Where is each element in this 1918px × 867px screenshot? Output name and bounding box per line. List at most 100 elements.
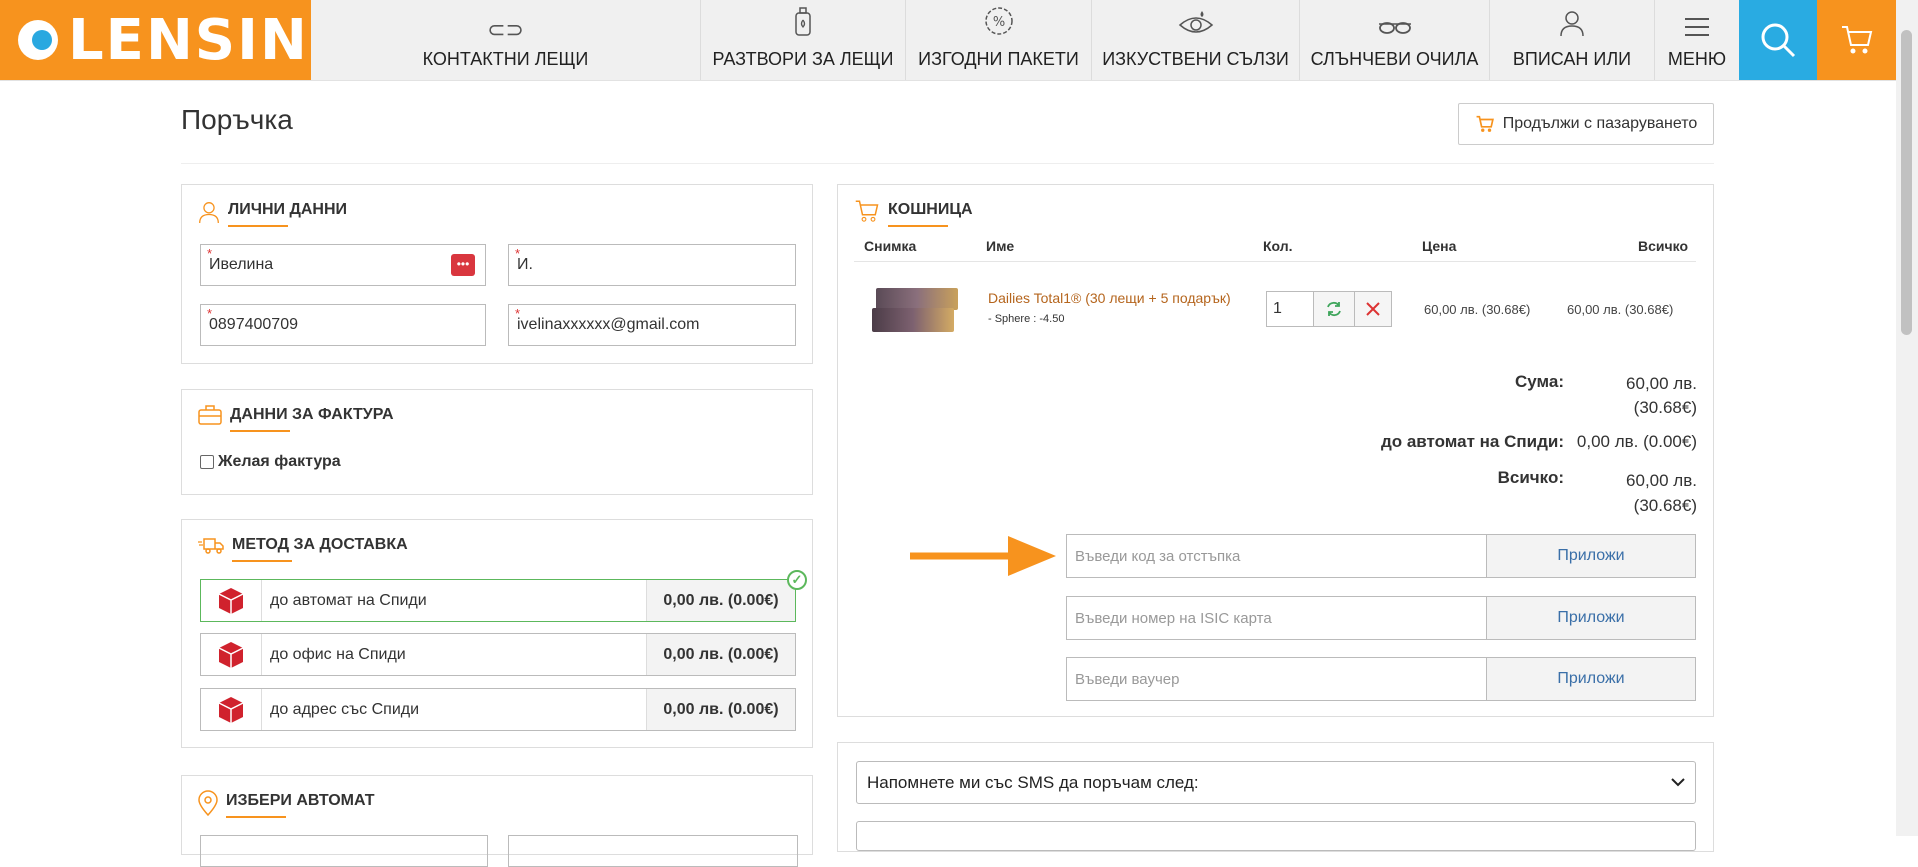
nav-label: КОНТАКТНИ ЛЕЩИ — [422, 49, 589, 69]
cart-icon — [855, 200, 879, 222]
summary-subtotal-value: 60,00 лв. (30.68€) — [1626, 374, 1697, 417]
nav-label: ИЗГОДНИ ПАКЕТИ — [918, 49, 1079, 69]
col-header-total: Всичко — [1638, 238, 1689, 254]
phone-field[interactable]: * 0897400709 — [200, 304, 486, 346]
delivery-truck-icon — [198, 538, 224, 554]
first-name-field[interactable]: * Ивелина ••• — [200, 244, 486, 286]
nav-menu[interactable]: МЕНЮ — [1655, 0, 1739, 80]
nav-contact-lenses[interactable]: ⊂⊃ КОНТАКТНИ ЛЕЩИ — [311, 0, 701, 80]
invoice-panel: ДАННИ ЗА ФАКТУРА Желая фактура — [181, 389, 813, 495]
cart-button[interactable] — [1817, 0, 1896, 80]
nav-account[interactable]: ВПИСАН ИЛИ — [1490, 0, 1655, 80]
speedy-box-icon — [218, 696, 244, 723]
delivery-option-locker[interactable]: до автомат на Спиди 0,00 лв. (0.00€) ✓ — [200, 570, 807, 622]
hamburger-icon — [1684, 17, 1710, 43]
col-header-image: Снимка — [864, 238, 917, 254]
locker-panel: ИЗБЕРИ АВТОМАТ — [181, 775, 813, 867]
chevron-down-icon — [1671, 778, 1685, 787]
email-field[interactable]: * ivelinaxxxxxx@gmail.com — [508, 304, 796, 346]
table-header-divider — [854, 261, 1696, 262]
locker-city-select[interactable] — [200, 835, 488, 867]
invoice-checkbox-row[interactable]: Желая фактура — [200, 453, 341, 471]
panel-title: МЕТОД ЗА ДОСТАВКА — [232, 536, 408, 562]
location-pin-icon — [198, 790, 218, 816]
nav-bundles[interactable]: % ИЗГОДНИ ПАКЕТИ — [906, 0, 1092, 80]
speedy-box-icon — [218, 587, 244, 614]
password-manager-icon[interactable]: ••• — [451, 254, 475, 276]
lens-icon: ⊂⊃ — [487, 17, 524, 42]
invoice-checkbox[interactable] — [200, 455, 214, 469]
col-header-qty: Кол. — [1263, 238, 1293, 254]
nav-label: СЛЪНЧЕВИ ОЧИЛА — [1310, 49, 1479, 69]
cart-icon — [1476, 115, 1494, 132]
product-image[interactable] — [872, 288, 960, 334]
sms-reminder-label: Напомнете ми със SMS да поръчам след: — [867, 772, 1199, 792]
nav-label: МЕНЮ — [1667, 49, 1727, 69]
briefcase-icon — [198, 405, 222, 425]
sunglasses-icon — [1377, 17, 1413, 43]
close-icon — [1366, 302, 1380, 316]
user-icon — [199, 202, 219, 224]
first-name-value: Ивелина — [209, 256, 274, 273]
nav-label: ВПИСАН ИЛИ — [1512, 49, 1632, 69]
continue-shopping-button[interactable]: Продължи с пазаруването — [1458, 103, 1714, 145]
delivery-option-label: до автомат на Спиди — [270, 591, 427, 609]
phone-value: 0897400709 — [209, 316, 298, 333]
apply-discount-button[interactable]: Приложи — [1486, 534, 1696, 578]
nav-artificial-tears[interactable]: ИЗКУСТВЕНИ СЪЛЗИ — [1092, 0, 1300, 80]
nav-lens-solutions[interactable]: РАЗТВОРИ ЗА ЛЕЩИ — [701, 0, 906, 80]
panel-title: ЛИЧНИ ДАННИ — [228, 201, 347, 227]
continue-shopping-label: Продължи с пазаруването — [1502, 115, 1698, 132]
apply-voucher-button[interactable]: Приложи — [1486, 657, 1696, 701]
product-name-link[interactable]: Dailies Total1® (30 лещи + 5 подарък) — [988, 290, 1231, 306]
delivery-option-address[interactable]: до адрес със Спиди 0,00 лв. (0.00€) — [200, 688, 796, 731]
quantity-input[interactable]: 1 — [1266, 291, 1314, 327]
sms-reminder-select[interactable]: Напомнете ми със SMS да поръчам след: — [856, 761, 1696, 804]
divider — [181, 163, 1714, 164]
panel-title: КОШНИЦА — [888, 201, 973, 227]
summary-subtotal-label: Сума: — [1515, 372, 1564, 391]
panel-title: ДАННИ ЗА ФАКТУРА — [230, 406, 394, 432]
summary-shipping-value: 0,00 лв. (0.00€) — [1576, 432, 1697, 451]
nav-sunglasses[interactable]: СЛЪНЧЕВИ ОЧИЛА — [1300, 0, 1490, 80]
delivery-option-price: 0,00 лв. (0.00€) — [646, 580, 795, 621]
delivery-option-price: 0,00 лв. (0.00€) — [646, 634, 795, 675]
last-name-field[interactable]: * И. — [508, 244, 796, 286]
summary-shipping-label: до автомат на Спиди: — [1380, 432, 1564, 451]
delivery-panel: МЕТОД ЗА ДОСТАВКА до автомат на Спиди 0,… — [181, 519, 813, 748]
item-total: 60,00 лв. (30.68€) — [1567, 302, 1674, 317]
svg-text:%: % — [992, 15, 1004, 30]
sms-secondary-field[interactable] — [856, 821, 1696, 851]
eye-drop-icon — [1178, 9, 1214, 43]
email-value: ivelinaxxxxxx@gmail.com — [517, 316, 700, 333]
col-header-price: Цена — [1422, 238, 1457, 254]
remove-item-button[interactable] — [1354, 291, 1392, 327]
panel-title: ИЗБЕРИ АВТОМАТ — [226, 792, 375, 818]
delivery-option-label: до офис на Спиди — [270, 645, 406, 663]
summary-total-label: Всичко: — [1497, 468, 1564, 487]
arrow-annotation-icon — [910, 536, 1056, 576]
logo-text: LENSIN — [68, 7, 309, 73]
nav-label: ИЗКУСТВЕНИ СЪЛЗИ — [1102, 49, 1289, 69]
voucher-input[interactable]: Въведи ваучер — [1066, 657, 1488, 701]
isic-card-input[interactable]: Въведи номер на ISIC карта — [1066, 596, 1488, 640]
delivery-option-office[interactable]: до офис на Спиди 0,00 лв. (0.00€) — [200, 633, 796, 676]
delivery-option-price: 0,00 лв. (0.00€) — [646, 689, 795, 730]
personal-data-panel: ЛИЧНИ ДАННИ * Ивелина ••• * И. * 0897400… — [181, 184, 813, 364]
search-button[interactable] — [1739, 0, 1817, 80]
bottle-icon — [794, 7, 812, 43]
selected-check-icon: ✓ — [787, 570, 807, 590]
locker-select[interactable] — [508, 835, 798, 867]
site-logo[interactable]: LENSIN — [0, 0, 311, 80]
search-icon — [1761, 23, 1796, 58]
discount-code-input[interactable]: Въведи код за отстъпка — [1066, 534, 1488, 578]
nav-label: РАЗТВОРИ ЗА ЛЕЩИ — [712, 49, 894, 69]
product-option: - Sphere : -4.50 — [988, 313, 1065, 325]
delivery-option-label: до адрес със Спиди — [270, 700, 420, 718]
site-header: LENSIN ⊂⊃ КОНТАКТНИ ЛЕЩИ РАЗТВОРИ ЗА ЛЕЩ… — [0, 0, 1896, 81]
speedy-box-icon — [218, 641, 244, 668]
scrollbar-thumb[interactable] — [1901, 30, 1912, 335]
apply-isic-button[interactable]: Приложи — [1486, 596, 1696, 640]
refresh-quantity-button[interactable] — [1313, 291, 1355, 327]
percent-badge-icon: % — [983, 5, 1015, 43]
